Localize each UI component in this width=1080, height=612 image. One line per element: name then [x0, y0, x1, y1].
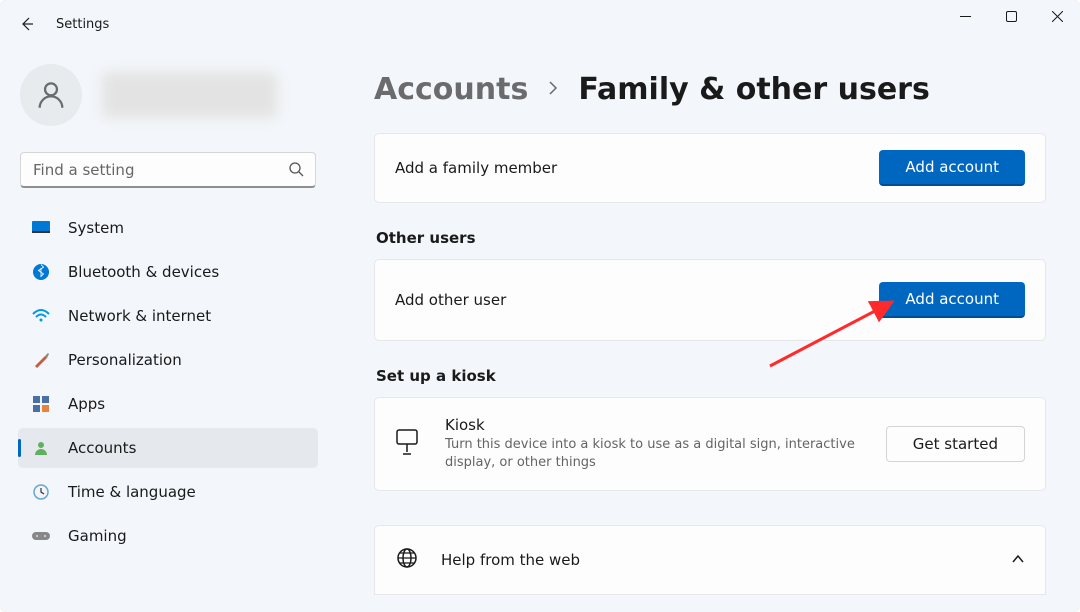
sidebar-item-gaming[interactable]: Gaming	[18, 516, 318, 556]
wifi-icon	[32, 307, 50, 325]
sidebar-item-personalization[interactable]: Personalization	[18, 340, 318, 380]
minimize-button[interactable]	[942, 0, 988, 32]
sidebar-item-label: Bluetooth & devices	[68, 263, 219, 281]
main-content: Accounts Family & other users Add a fami…	[330, 48, 1080, 612]
clock-globe-icon	[32, 483, 50, 501]
other-users-heading: Other users	[376, 229, 1046, 247]
add-family-member-card: Add a family member Add account	[374, 133, 1046, 203]
bluetooth-icon	[32, 263, 50, 281]
close-icon	[1052, 11, 1063, 22]
page-title: Family & other users	[578, 72, 930, 107]
system-icon	[32, 219, 50, 237]
sidebar-item-accounts[interactable]: Accounts	[18, 428, 318, 468]
titlebar: Settings	[0, 0, 1080, 48]
search-input[interactable]	[20, 152, 316, 188]
add-other-user-card: Add other user Add account	[374, 259, 1046, 341]
kiosk-get-started-button[interactable]: Get started	[886, 426, 1025, 462]
accounts-icon	[32, 439, 50, 457]
sidebar-item-system[interactable]: System	[18, 208, 318, 248]
kiosk-card: Kiosk Turn this device into a kiosk to u…	[374, 397, 1046, 491]
add-other-account-button[interactable]: Add account	[879, 282, 1025, 318]
sidebar-item-label: System	[68, 219, 124, 237]
kiosk-title: Kiosk	[445, 416, 864, 434]
avatar	[20, 64, 82, 126]
search-icon	[288, 161, 304, 181]
sidebar-item-network[interactable]: Network & internet	[18, 296, 318, 336]
chevron-right-icon	[546, 80, 560, 99]
sidebar-item-label: Network & internet	[68, 307, 211, 325]
gamepad-icon	[32, 527, 50, 545]
minimize-icon	[960, 11, 971, 22]
close-button[interactable]	[1034, 0, 1080, 32]
maximize-icon	[1006, 11, 1017, 22]
back-arrow-icon	[18, 16, 34, 32]
maximize-button[interactable]	[988, 0, 1034, 32]
help-title: Help from the web	[441, 551, 580, 569]
user-profile[interactable]	[18, 56, 318, 144]
add-family-member-label: Add a family member	[395, 159, 557, 177]
add-other-user-label: Add other user	[395, 291, 506, 309]
globe-icon	[395, 546, 419, 574]
sidebar-item-label: Gaming	[68, 527, 127, 545]
sidebar-item-bluetooth[interactable]: Bluetooth & devices	[18, 252, 318, 292]
chevron-up-icon	[1011, 551, 1025, 570]
apps-icon	[32, 395, 50, 413]
search-container	[20, 152, 316, 188]
sidebar-item-label: Apps	[68, 395, 105, 413]
sidebar: System Bluetooth & devices Network & int…	[0, 48, 330, 612]
kiosk-icon	[395, 428, 423, 460]
sidebar-item-label: Time & language	[68, 483, 196, 501]
breadcrumb-parent[interactable]: Accounts	[374, 72, 528, 107]
kiosk-description: Turn this device into a kiosk to use as …	[445, 436, 864, 472]
help-from-web-card[interactable]: Help from the web	[374, 525, 1046, 595]
nav-list: System Bluetooth & devices Network & int…	[18, 206, 318, 558]
person-icon	[34, 78, 68, 112]
breadcrumb: Accounts Family & other users	[374, 72, 1046, 107]
back-button[interactable]	[10, 8, 42, 40]
sidebar-item-label: Accounts	[68, 439, 136, 457]
profile-name-redacted	[102, 72, 277, 118]
settings-window: Settings	[0, 0, 1080, 612]
window-title: Settings	[56, 17, 109, 32]
add-family-account-button[interactable]: Add account	[879, 150, 1025, 186]
sidebar-item-time[interactable]: Time & language	[18, 472, 318, 512]
kiosk-heading: Set up a kiosk	[376, 367, 1046, 385]
window-controls	[942, 0, 1080, 32]
paintbrush-icon	[32, 351, 50, 369]
sidebar-item-label: Personalization	[68, 351, 182, 369]
sidebar-item-apps[interactable]: Apps	[18, 384, 318, 424]
